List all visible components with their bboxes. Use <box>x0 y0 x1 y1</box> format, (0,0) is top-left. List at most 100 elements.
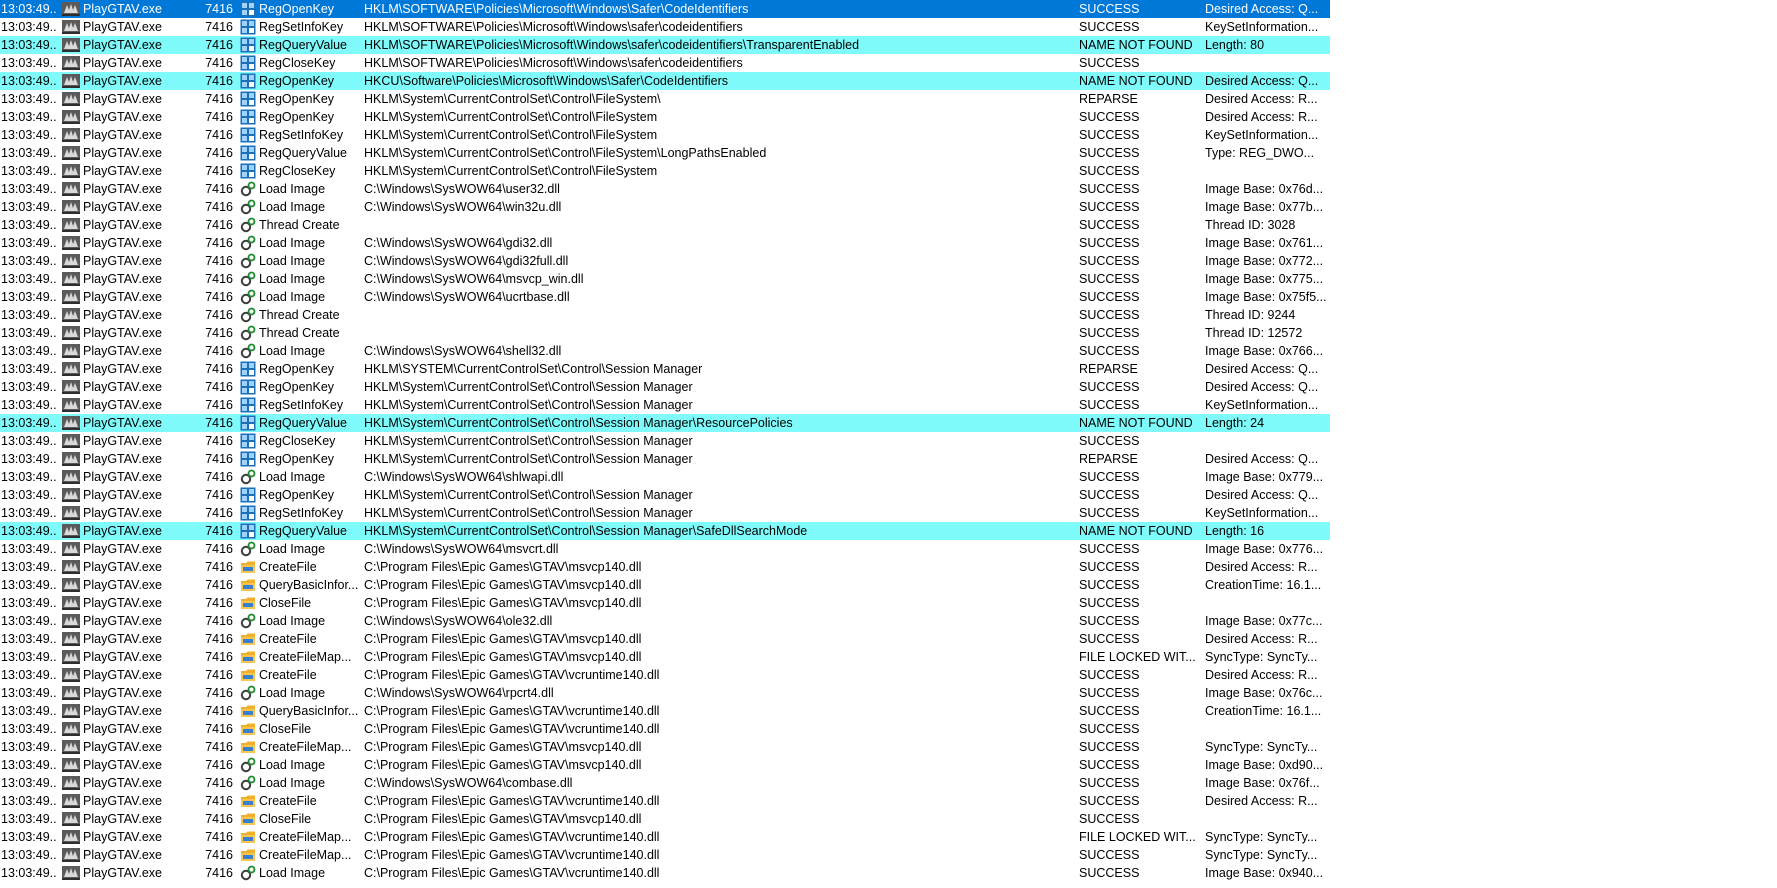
process-name-cell: PlayGTAV.exe <box>83 272 162 286</box>
event-row[interactable]: 13:03:49... PlayGTAV.exe 7416 Load Image… <box>0 756 1330 774</box>
time-cell: 13:03:49... <box>1 848 57 862</box>
pid-cell: 7416 <box>205 56 233 70</box>
gta-app-icon <box>62 74 82 88</box>
operation-cell: Load Image <box>259 254 326 268</box>
event-row[interactable]: 13:03:49... PlayGTAV.exe 7416 Load Image… <box>0 288 1330 306</box>
event-row[interactable]: 13:03:49... PlayGTAV.exe 7416 RegSetInfo… <box>0 18 1330 36</box>
event-row[interactable]: 13:03:49... PlayGTAV.exe 7416 RegSetInfo… <box>0 126 1330 144</box>
gear-icon <box>240 307 257 323</box>
event-row[interactable]: 13:03:49... PlayGTAV.exe 7416 RegSetInfo… <box>0 504 1330 522</box>
time-cell: 13:03:49... <box>1 128 57 142</box>
registry-icon <box>240 397 257 413</box>
detail-cell: KeySetInformation... <box>1205 398 1319 412</box>
event-row[interactable]: 13:03:49... PlayGTAV.exe 7416 Thread Cre… <box>0 216 1330 234</box>
event-row[interactable]: 13:03:49... PlayGTAV.exe 7416 RegQueryVa… <box>0 414 1330 432</box>
path-cell: C:\Program Files\Epic Games\GTAV\vcrunti… <box>364 830 660 844</box>
event-row[interactable]: 13:03:49... PlayGTAV.exe 7416 CreateFile… <box>0 846 1330 864</box>
operation-cell: RegOpenKey <box>259 74 335 88</box>
event-row[interactable]: 13:03:49... PlayGTAV.exe 7416 Load Image… <box>0 342 1330 360</box>
event-row[interactable]: 13:03:49... PlayGTAV.exe 7416 QueryBasic… <box>0 576 1330 594</box>
event-row[interactable]: 13:03:49... PlayGTAV.exe 7416 RegCloseKe… <box>0 162 1330 180</box>
detail-cell: CreationTime: 16.1... <box>1205 578 1322 592</box>
event-row[interactable]: 13:03:49... PlayGTAV.exe 7416 RegOpenKey… <box>0 450 1330 468</box>
event-row[interactable]: 13:03:49... PlayGTAV.exe 7416 QueryBasic… <box>0 702 1330 720</box>
operation-cell: RegSetInfoKey <box>259 506 344 520</box>
detail-cell: Image Base: 0x775... <box>1205 272 1324 286</box>
operation-cell: RegSetInfoKey <box>259 398 344 412</box>
event-row[interactable]: 13:03:49... PlayGTAV.exe 7416 RegOpenKey… <box>0 486 1330 504</box>
pid-cell: 7416 <box>205 128 233 142</box>
gta-app-icon <box>62 2 82 16</box>
event-row[interactable]: 13:03:49... PlayGTAV.exe 7416 Load Image… <box>0 612 1330 630</box>
event-row[interactable]: 13:03:49... PlayGTAV.exe 7416 Thread Cre… <box>0 324 1330 342</box>
operation-cell: Load Image <box>259 866 326 880</box>
result-cell: NAME NOT FOUND <box>1079 38 1193 52</box>
result-cell: SUCCESS <box>1079 812 1140 826</box>
detail-cell: Image Base: 0x766... <box>1205 344 1324 358</box>
event-list[interactable]: 13:03:49... PlayGTAV.exe 7416 RegOpenKey… <box>0 0 1330 882</box>
path-cell: C:\Windows\SysWOW64\win32u.dll <box>364 200 562 214</box>
event-row[interactable]: 13:03:49... PlayGTAV.exe 7416 Thread Cre… <box>0 306 1330 324</box>
detail-cell: Image Base: 0x77b... <box>1205 200 1324 214</box>
operation-cell: Load Image <box>259 236 326 250</box>
path-cell: HKLM\System\CurrentControlSet\Control\Se… <box>364 416 793 430</box>
pid-cell: 7416 <box>205 308 233 322</box>
gta-app-icon <box>62 578 82 592</box>
process-name-cell: PlayGTAV.exe <box>83 434 162 448</box>
event-row[interactable]: 13:03:49... PlayGTAV.exe 7416 RegOpenKey… <box>0 378 1330 396</box>
event-row[interactable]: 13:03:49... PlayGTAV.exe 7416 RegSetInfo… <box>0 396 1330 414</box>
event-row[interactable]: 13:03:49... PlayGTAV.exe 7416 CreateFile… <box>0 738 1330 756</box>
event-row[interactable]: 13:03:49... PlayGTAV.exe 7416 RegOpenKey… <box>0 360 1330 378</box>
gta-app-icon <box>62 704 82 718</box>
event-row[interactable]: 13:03:49... PlayGTAV.exe 7416 Load Image… <box>0 252 1330 270</box>
pid-cell: 7416 <box>205 326 233 340</box>
event-row[interactable]: 13:03:49... PlayGTAV.exe 7416 CreateFile… <box>0 630 1330 648</box>
event-row[interactable]: 13:03:49... PlayGTAV.exe 7416 RegOpenKey… <box>0 90 1330 108</box>
gta-app-icon <box>62 362 82 376</box>
gta-app-icon <box>62 776 82 790</box>
event-row[interactable]: 13:03:49... PlayGTAV.exe 7416 RegQueryVa… <box>0 522 1330 540</box>
event-row[interactable]: 13:03:49... PlayGTAV.exe 7416 RegCloseKe… <box>0 432 1330 450</box>
event-row[interactable]: 13:03:49... PlayGTAV.exe 7416 RegCloseKe… <box>0 54 1330 72</box>
operation-cell: CreateFile <box>259 668 317 682</box>
event-row[interactable]: 13:03:49... PlayGTAV.exe 7416 RegQueryVa… <box>0 36 1330 54</box>
process-name-cell: PlayGTAV.exe <box>83 200 162 214</box>
event-row[interactable]: 13:03:49... PlayGTAV.exe 7416 RegOpenKey… <box>0 0 1330 18</box>
detail-cell: Length: 16 <box>1205 524 1265 538</box>
event-row[interactable]: 13:03:49... PlayGTAV.exe 7416 Load Image… <box>0 270 1330 288</box>
result-cell: FILE LOCKED WIT... <box>1079 650 1196 664</box>
event-row[interactable]: 13:03:49... PlayGTAV.exe 7416 Load Image… <box>0 540 1330 558</box>
event-row[interactable]: 13:03:49... PlayGTAV.exe 7416 RegOpenKey… <box>0 72 1330 90</box>
event-row[interactable]: 13:03:49... PlayGTAV.exe 7416 Load Image… <box>0 234 1330 252</box>
event-row[interactable]: 13:03:49... PlayGTAV.exe 7416 CloseFile … <box>0 720 1330 738</box>
process-name-cell: PlayGTAV.exe <box>83 398 162 412</box>
event-row[interactable]: 13:03:49... PlayGTAV.exe 7416 Load Image… <box>0 198 1330 216</box>
event-row[interactable]: 13:03:49... PlayGTAV.exe 7416 Load Image… <box>0 684 1330 702</box>
result-cell: SUCCESS <box>1079 182 1140 196</box>
time-cell: 13:03:49... <box>1 668 57 682</box>
event-row[interactable]: 13:03:49... PlayGTAV.exe 7416 CreateFile… <box>0 648 1330 666</box>
detail-cell: Desired Access: Q... <box>1205 488 1319 502</box>
detail-cell: SyncType: SyncTy... <box>1205 830 1318 844</box>
event-row[interactable]: 13:03:49... PlayGTAV.exe 7416 CreateFile… <box>0 828 1330 846</box>
event-row[interactable]: 13:03:49... PlayGTAV.exe 7416 Load Image… <box>0 774 1330 792</box>
path-cell: C:\Windows\SysWOW64\ole32.dll <box>364 614 553 628</box>
event-row[interactable]: 13:03:49... PlayGTAV.exe 7416 CloseFile … <box>0 810 1330 828</box>
time-cell: 13:03:49... <box>1 776 57 790</box>
result-cell: SUCCESS <box>1079 146 1140 160</box>
event-row[interactable]: 13:03:49... PlayGTAV.exe 7416 Load Image… <box>0 468 1330 486</box>
operation-cell: RegCloseKey <box>259 56 336 70</box>
process-name-cell: PlayGTAV.exe <box>83 560 162 574</box>
event-row[interactable]: 13:03:49... PlayGTAV.exe 7416 RegOpenKey… <box>0 108 1330 126</box>
event-row[interactable]: 13:03:49... PlayGTAV.exe 7416 CreateFile… <box>0 666 1330 684</box>
event-row[interactable]: 13:03:49... PlayGTAV.exe 7416 Load Image… <box>0 180 1330 198</box>
process-name-cell: PlayGTAV.exe <box>83 290 162 304</box>
detail-cell: Image Base: 0x940... <box>1205 866 1324 880</box>
registry-icon <box>240 145 257 161</box>
event-row[interactable]: 13:03:49... PlayGTAV.exe 7416 CloseFile … <box>0 594 1330 612</box>
event-row[interactable]: 13:03:49... PlayGTAV.exe 7416 CreateFile… <box>0 558 1330 576</box>
event-row[interactable]: 13:03:49... PlayGTAV.exe 7416 Load Image… <box>0 864 1330 882</box>
path-cell: HKLM\System\CurrentControlSet\Control\Se… <box>364 398 693 412</box>
event-row[interactable]: 13:03:49... PlayGTAV.exe 7416 CreateFile… <box>0 792 1330 810</box>
event-row[interactable]: 13:03:49... PlayGTAV.exe 7416 RegQueryVa… <box>0 144 1330 162</box>
